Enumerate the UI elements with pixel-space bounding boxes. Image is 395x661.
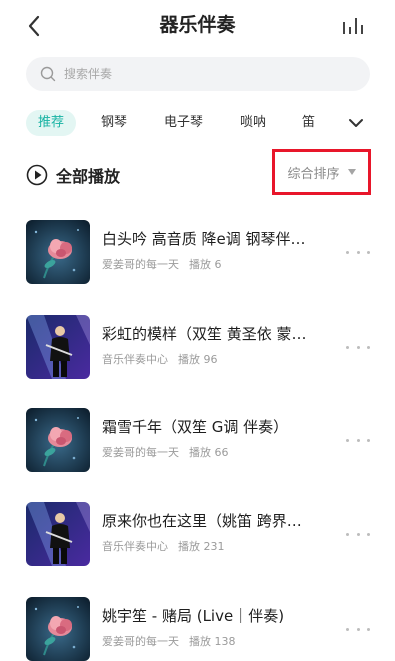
song-title: 原来你也在这里（姚笛 跨界… [102,512,302,530]
song-cover-image [26,597,90,661]
tab-piano[interactable]: 钢琴 [101,110,127,136]
song-uploader: 爱姜哥的每一天 [102,258,179,271]
song-list-item[interactable]: 原来你也在这里（姚笛 跨界… 音乐伴奏中心 播放 231 [26,502,376,566]
page-title: 器乐伴奏 [159,14,236,36]
more-options-icon[interactable] [346,625,370,633]
song-title: 白头吟 高音质 降e调 钢琴伴… [102,230,306,248]
song-uploader: 爱姜哥的每一天 [102,635,179,648]
song-play-count: 播放 138 [189,635,236,648]
tab-suona[interactable]: 唢呐 [240,110,266,136]
play-all-label: 全部播放 [56,167,121,186]
equalizer-icon [343,18,363,34]
song-play-count: 播放 66 [189,446,229,459]
song-play-count: 播放 6 [189,258,222,271]
play-all-button[interactable]: 全部播放 [26,162,120,188]
song-list-item[interactable]: 姚宇笙 - 赌局 (Live｜伴奏) 爱姜哥的每一天 播放 138 [26,597,376,661]
play-circle-icon [26,164,48,186]
song-title: 姚宇笙 - 赌局 (Live｜伴奏) [102,607,285,625]
more-options-icon[interactable] [346,248,370,256]
more-options-icon[interactable] [346,530,370,538]
search-bar[interactable] [26,57,370,91]
song-meta: 爱姜哥的每一天 播放 66 [102,444,229,460]
song-meta: 爱姜哥的每一天 播放 6 [102,256,222,272]
more-options-icon[interactable] [346,343,370,351]
tab-keyboard[interactable]: 电子琴 [164,110,203,136]
song-cover-image [26,220,90,284]
search-input[interactable] [64,57,354,91]
sort-label: 综合排序 [287,166,340,182]
song-cover-image [26,315,90,379]
song-play-count: 播放 231 [178,540,225,553]
more-options-icon[interactable] [346,436,370,444]
song-title: 彩虹的模样（双笙 黄圣依 蒙… [102,325,307,343]
song-uploader: 音乐伴奏中心 [102,353,168,366]
song-list-item[interactable]: 彩虹的模样（双笙 黄圣依 蒙… 音乐伴奏中心 播放 96 [26,315,376,379]
category-tabs: 推荐 钢琴 电子琴 唢呐 笛 [26,110,376,138]
song-list-item[interactable]: 霜雪千年（双笙 G调 伴奏） 爱姜哥的每一天 播放 66 [26,408,376,472]
search-icon [40,66,56,82]
song-title: 霜雪千年（双笙 G调 伴奏） [102,418,289,436]
song-meta: 音乐伴奏中心 播放 96 [102,351,218,367]
song-meta: 爱姜哥的每一天 播放 138 [102,633,236,649]
chevron-down-icon[interactable] [348,116,364,130]
song-uploader: 爱姜哥的每一天 [102,446,179,459]
tab-flute[interactable]: 笛 [302,110,315,136]
song-cover-image [26,502,90,566]
song-play-count: 播放 96 [178,353,218,366]
song-meta: 音乐伴奏中心 播放 231 [102,538,225,554]
sort-dropdown[interactable]: 综合排序 [272,149,371,195]
song-uploader: 音乐伴奏中心 [102,540,168,553]
caret-down-icon [347,169,356,175]
song-cover-image [26,408,90,472]
song-list-item[interactable]: 白头吟 高音质 降e调 钢琴伴… 爱姜哥的每一天 播放 6 [26,220,376,284]
tab-recommend[interactable]: 推荐 [26,110,77,136]
equalizer-button[interactable] [341,14,367,36]
